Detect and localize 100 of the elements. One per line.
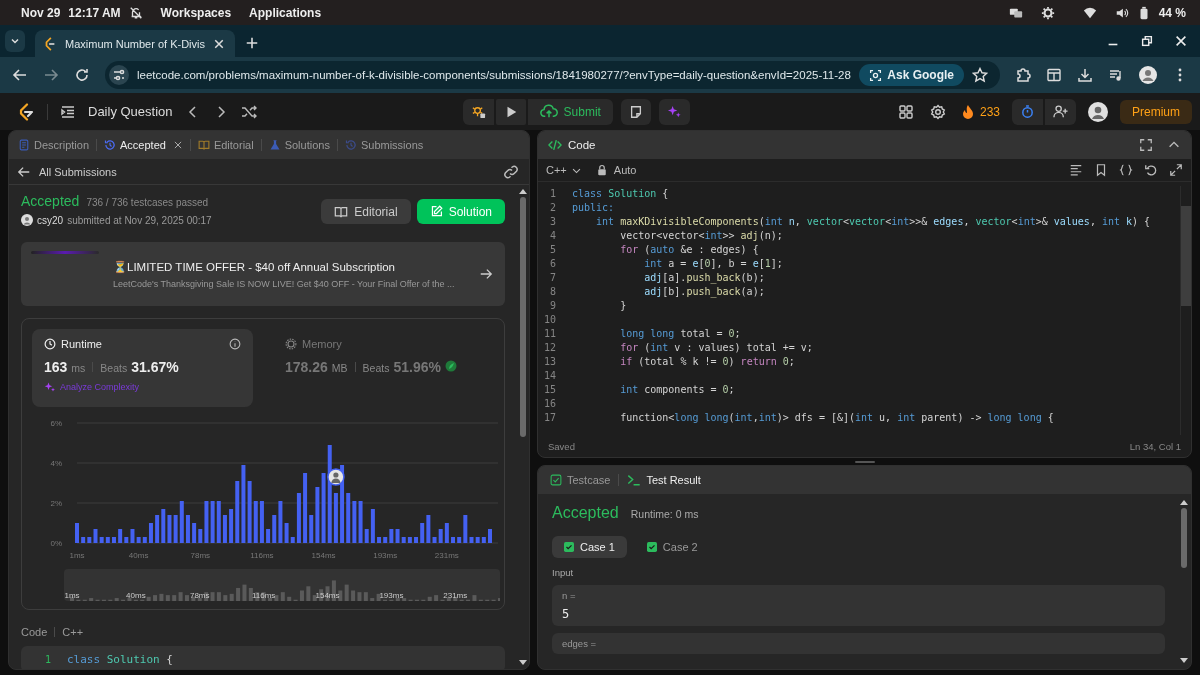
axis-label: 40ms: [128, 551, 149, 560]
undo-icon[interactable]: [1144, 163, 1158, 177]
arrow-up-icon[interactable]: [1180, 500, 1188, 505]
arrow-down-icon[interactable]: [519, 660, 527, 665]
back-icon[interactable]: [12, 67, 28, 83]
site-settings-icon[interactable]: [109, 65, 129, 85]
star-icon[interactable]: [972, 67, 988, 83]
browser-tab[interactable]: Maximum Number of K-Divis: [35, 30, 235, 57]
case-tab[interactable]: Case 2: [634, 536, 710, 558]
axis-label: 40ms: [126, 591, 146, 600]
download-icon[interactable]: [1077, 67, 1093, 83]
expand-icon[interactable]: [1169, 163, 1183, 177]
panel-tab[interactable]: Solutions: [265, 137, 333, 153]
settings-icon[interactable]: [929, 103, 946, 120]
back-arrow-icon[interactable]: [17, 164, 31, 179]
parameter-name: n =: [562, 590, 577, 601]
mode-label[interactable]: Auto: [613, 164, 637, 176]
axis-label: 1ms: [69, 551, 85, 560]
close-icon[interactable]: [1174, 34, 1188, 48]
checkbox-icon: [550, 474, 562, 486]
line-number: 17: [542, 411, 557, 423]
profile-avatar[interactable]: [1139, 66, 1157, 84]
code-line: for (auto &e : edges) {: [619, 243, 759, 255]
logo-icon[interactable]: [17, 102, 35, 121]
restore-icon[interactable]: [1140, 34, 1154, 48]
user-avatar-marker[interactable]: [327, 468, 345, 486]
line-number: 13: [542, 355, 557, 367]
arrow-up-icon[interactable]: [519, 189, 527, 194]
run-button[interactable]: [495, 98, 526, 125]
braces-icon[interactable]: [1119, 163, 1133, 177]
problem-list-link[interactable]: Daily Question: [88, 104, 173, 119]
bell-off-icon[interactable]: [128, 5, 143, 20]
shuffle-icon[interactable]: [240, 103, 257, 120]
username[interactable]: csy20: [37, 214, 64, 226]
add-friend-button[interactable]: [1045, 98, 1076, 125]
user-avatar[interactable]: [1088, 101, 1108, 122]
timer-button[interactable]: [1012, 98, 1043, 125]
wifi-icon[interactable]: [1082, 5, 1097, 20]
promo-banner[interactable]: ⏳LIMITED TIME OFFER - $40 off Annual Subscription LeetCode's Thanksgiving Sale IS NOW LIVE! Get $40 OFF - Your Final Offer of the ...: [21, 242, 505, 306]
submitted-time: submitted at Nov 29, 2025 00:17: [67, 214, 212, 226]
debug-button[interactable]: [462, 98, 494, 125]
stat-panel[interactable]: Memory 178.26 MB Beats 51.96%: [273, 329, 494, 407]
clock-date: Nov 29: [21, 5, 61, 20]
menu-item[interactable]: Workspaces: [160, 5, 232, 20]
media-icon[interactable]: [1108, 67, 1124, 83]
new-tab-icon[interactable]: [244, 36, 259, 50]
line-number: 6: [548, 257, 557, 269]
editorial-button[interactable]: Editorial: [321, 199, 411, 224]
stat-label: Memory: [302, 338, 342, 350]
reload-icon[interactable]: [74, 67, 90, 83]
code-line: vector<vector<int>> adj(n);: [619, 229, 783, 241]
panel-tab[interactable]: Testcase: [548, 472, 613, 488]
beats-label: Beats: [100, 362, 128, 374]
ai-assist-button[interactable]: [658, 98, 690, 125]
streak-count[interactable]: 233: [979, 104, 1000, 119]
side-panel-icon[interactable]: [1046, 67, 1062, 83]
fullscreen-icon[interactable]: [1139, 138, 1153, 152]
panel-tab[interactable]: Submissions: [341, 137, 427, 153]
submit-button[interactable]: Submit: [527, 98, 613, 125]
parameter-value: 5: [562, 607, 571, 621]
stat-panel[interactable]: Runtime 163 ms Beats 31.67% Analyze Complexity: [32, 329, 253, 407]
menu-item[interactable]: Applications: [249, 5, 322, 20]
range-selector[interactable]: 1ms 40ms 78ms 116ms 154ms 193ms 231ms: [64, 569, 500, 601]
extensions-icon[interactable]: [1015, 67, 1031, 83]
panel-tab[interactable]: Accepted: [101, 137, 186, 153]
list-icon[interactable]: [60, 103, 76, 120]
runtime-text: Runtime: 0 ms: [630, 508, 699, 520]
panel-tab[interactable]: Test Result: [625, 471, 703, 489]
code-line: function<long long(int,int)> dfs = [&](int u, int parent) -> long long {: [619, 411, 1054, 423]
all-submissions-link[interactable]: All Submissions: [39, 165, 117, 178]
beats-percent: 31.67%: [131, 359, 179, 375]
address-field[interactable]: leetcode.com/problems/maximum-number-of-k-divisible-components/submissions/1841980277/?envType=daily-question&envId=2025-11-28 Ask Google: [105, 61, 1000, 89]
cursor-position: Ln 34, Col 1: [1129, 440, 1181, 452]
ask-google-button[interactable]: Ask Google: [859, 64, 964, 86]
close-icon[interactable]: [212, 37, 225, 50]
forward-icon[interactable]: [43, 67, 59, 83]
panel-tab[interactable]: Editorial: [194, 137, 257, 153]
info-icon[interactable]: [229, 338, 241, 350]
axis-label: 2%: [50, 499, 62, 508]
scrollbar[interactable]: [1180, 186, 1191, 435]
book-icon: [334, 204, 349, 219]
link-icon[interactable]: [503, 163, 519, 180]
bookmark-icon[interactable]: [1094, 163, 1108, 177]
layout-icon[interactable]: [897, 103, 914, 120]
line-number: 9: [548, 299, 557, 311]
terminal-icon: [627, 473, 642, 487]
bar[interactable]: [327, 445, 332, 543]
format-icon[interactable]: [1069, 163, 1083, 177]
beats-label: Beats: [362, 362, 390, 374]
language-dropdown[interactable]: C++: [546, 164, 582, 176]
line-number: 7: [548, 271, 557, 283]
premium-button[interactable]: Premium: [1120, 99, 1192, 124]
arrow-down-icon[interactable]: [1180, 658, 1188, 663]
panel-tab[interactable]: Description: [15, 137, 93, 153]
settings-icon[interactable]: [1040, 5, 1055, 20]
tab-list-button[interactable]: [5, 30, 25, 52]
case-tab[interactable]: Case 1: [552, 536, 627, 558]
note-button[interactable]: [620, 98, 651, 125]
code-line: long long total = 0;: [619, 327, 741, 339]
chip-icon: [285, 338, 297, 350]
